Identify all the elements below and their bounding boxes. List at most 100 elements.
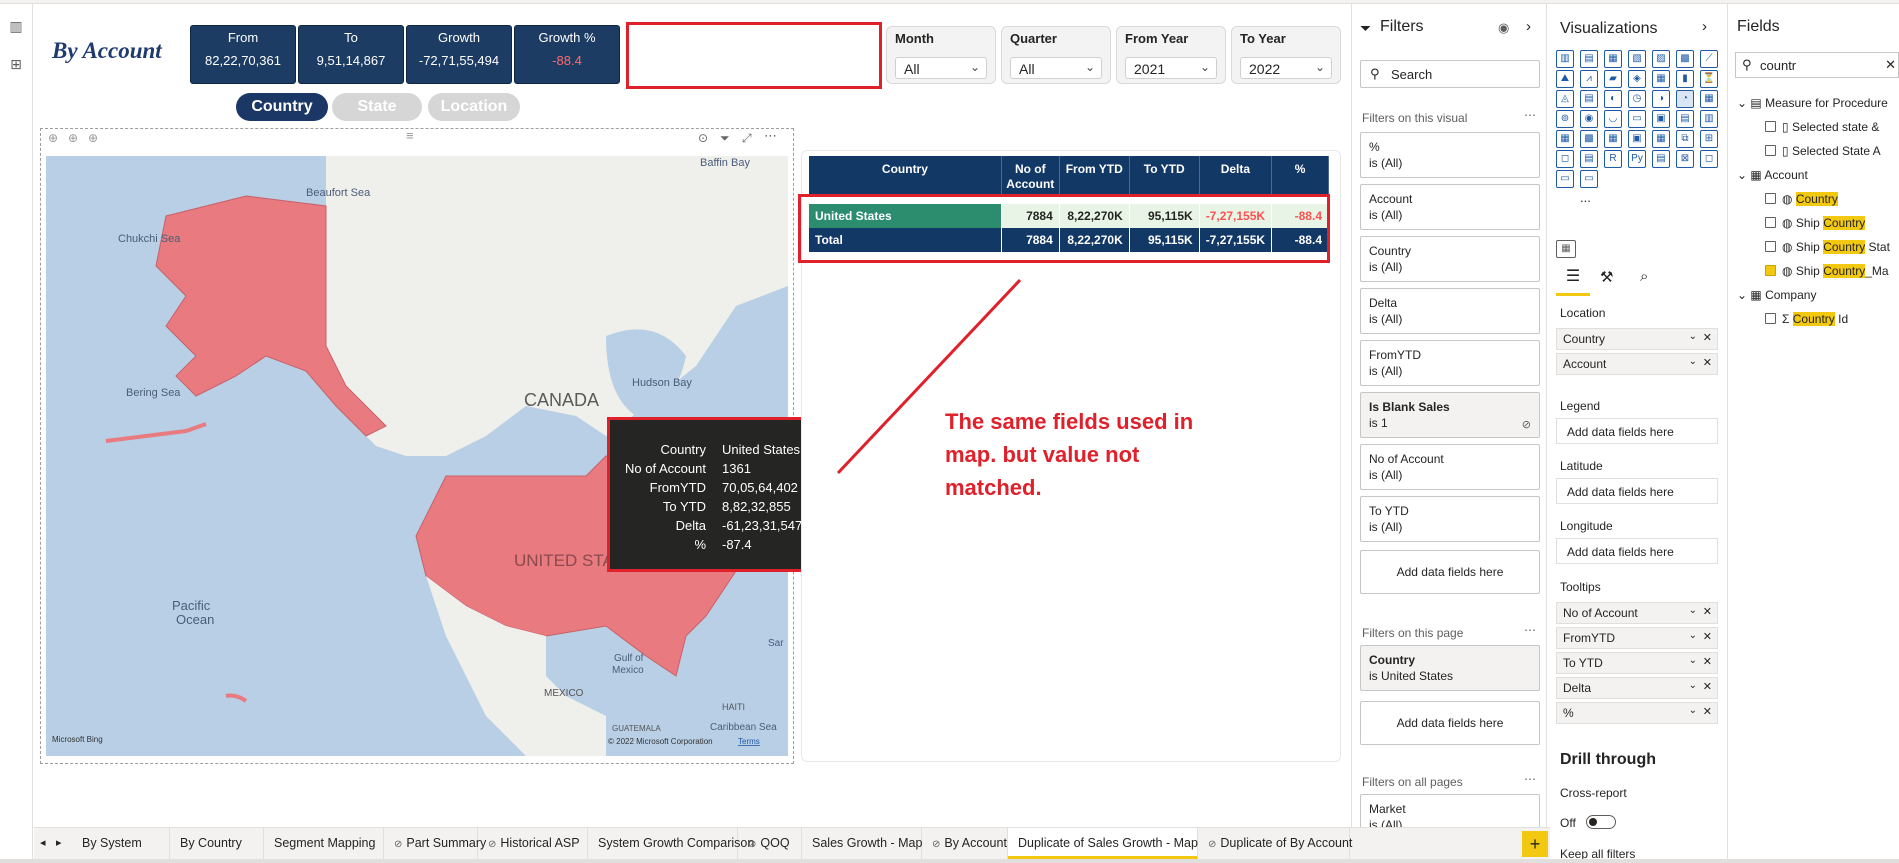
donut-icon[interactable]: ◐ — [1604, 90, 1622, 108]
field-item[interactable]: ◍ Ship Country_Ma — [1765, 264, 1889, 278]
map-icon[interactable]: ◑ — [1652, 90, 1670, 108]
kpi-from-card[interactable]: From 82,22,70,361 — [190, 25, 296, 84]
close-icon[interactable]: ✕ — [1703, 705, 1712, 718]
drill-up-icon[interactable]: ⊕ — [48, 131, 58, 145]
add-visual-filter-drop[interactable]: Add data fields here — [1360, 550, 1540, 594]
more-visuals-icon[interactable]: ... — [1580, 190, 1591, 205]
well-location-account[interactable]: Account ⌄ ✕ — [1556, 353, 1718, 375]
table-account[interactable]: ⌄ ▦ Account — [1737, 168, 1808, 182]
scroll-left-icon[interactable]: ◂ — [40, 836, 46, 849]
hidden-eye-icon[interactable]: ⊘ — [1522, 417, 1531, 433]
filter-icon[interactable]: ⏷ — [720, 131, 730, 146]
chevron-down-icon[interactable]: ⌄ — [1689, 680, 1697, 691]
kpi-growth-card[interactable]: Growth -72,71,55,494 — [406, 25, 512, 84]
chevron-down-icon[interactable]: ⌄ — [1689, 356, 1697, 367]
location-toggle-button[interactable]: Location — [428, 93, 520, 121]
tab-page[interactable]: ⊘ QOQ — [738, 828, 802, 859]
close-icon[interactable]: ✕ — [1703, 356, 1712, 369]
slicer-dropdown[interactable]: All ⌄ — [1010, 57, 1102, 79]
filter-card-pct[interactable]: % is (All) — [1360, 132, 1540, 178]
collapse-chevron-icon[interactable]: › — [1526, 18, 1531, 35]
month-slicer[interactable]: Month All ⌄ — [886, 26, 996, 84]
map-terms-link[interactable]: Terms — [738, 737, 760, 746]
field-checkbox[interactable] — [1765, 313, 1776, 324]
field-item[interactable]: ▯ Selected State A — [1765, 144, 1881, 158]
stacked-column-icon[interactable]: ▤ — [1580, 50, 1598, 68]
tab-page[interactable]: ⊘ By Account — [922, 828, 1008, 859]
filter-card-market[interactable]: Market is (All) — [1360, 794, 1540, 830]
clear-search-icon[interactable]: ✕ — [1885, 57, 1896, 73]
treemap-icon[interactable]: ◷ — [1628, 90, 1646, 108]
add-page-filter-drop[interactable]: Add data fields here — [1360, 701, 1540, 745]
more-options-icon[interactable]: ⋯ — [1524, 623, 1536, 637]
more-options-icon[interactable]: ⋯ — [764, 128, 777, 144]
col-header-country[interactable]: Country — [809, 156, 1002, 194]
waterfall-icon[interactable]: ▮ — [1676, 70, 1694, 88]
highlighted-empty-visual[interactable] — [626, 22, 882, 89]
format-tab-icon[interactable]: ⚒ — [1600, 268, 1613, 286]
tab-page[interactable]: ⊘ Historical ASP — [478, 828, 588, 859]
filter-card-delta[interactable]: Delta is (All) — [1360, 288, 1540, 334]
table-icon[interactable]: ▥ — [1700, 110, 1718, 128]
kpi-to-card[interactable]: To 9,51,14,867 — [298, 25, 404, 84]
slicer-dropdown[interactable]: 2021 ⌄ — [1125, 57, 1217, 79]
tab-page[interactable]: Segment Mapping — [264, 828, 384, 859]
state-toggle-button[interactable]: State — [332, 93, 422, 121]
powerautomate-icon[interactable]: ▭ — [1556, 170, 1574, 188]
well-latitude-drop[interactable]: Add data fields here — [1556, 478, 1718, 504]
well-longitude-drop[interactable]: Add data fields here — [1556, 538, 1718, 564]
decomposition-tree-icon[interactable]: ▦ — [1652, 130, 1670, 148]
clustered-column-icon[interactable]: ▧ — [1628, 50, 1646, 68]
col-header-delta[interactable]: Delta — [1199, 156, 1273, 194]
filter-card-to-ytd[interactable]: To YTD is (All) — [1360, 496, 1540, 542]
python-icon[interactable]: Py — [1628, 150, 1646, 168]
add-page-button[interactable]: + — [1522, 831, 1548, 857]
tab-page[interactable]: Sales Growth - Map — [802, 828, 922, 859]
paginated-icon[interactable]: ◻ — [1556, 150, 1574, 168]
fields-tab-icon[interactable]: ☰ — [1556, 266, 1590, 296]
chevron-down-icon[interactable]: ⌄ — [1689, 705, 1697, 716]
close-icon[interactable]: ✕ — [1703, 331, 1712, 344]
metrics-icon[interactable]: ▤ — [1652, 150, 1670, 168]
tab-page[interactable]: By Country — [170, 828, 264, 859]
pie-icon[interactable]: ▤ — [1580, 90, 1598, 108]
expand-hierarchy-icon[interactable]: ⊕ — [88, 131, 98, 145]
well-tooltip-item[interactable]: % ⌄ ✕ — [1556, 702, 1718, 724]
r-icon[interactable]: R — [1604, 150, 1622, 168]
well-tooltip-item[interactable]: Delta ⌄ ✕ — [1556, 677, 1718, 699]
narrative-icon[interactable]: ◻ — [1700, 150, 1718, 168]
matrix-icon[interactable]: ▦ — [1556, 130, 1574, 148]
tab-page[interactable]: Duplicate of Sales Growth - Map — [1008, 828, 1198, 859]
card-icon[interactable]: ◡ — [1604, 110, 1622, 128]
quarter-slicer[interactable]: Quarter All ⌄ — [1001, 26, 1111, 84]
to-year-slicer[interactable]: To Year 2022 ⌄ — [1231, 26, 1341, 84]
filter-card-account[interactable]: Account is (All) — [1360, 184, 1540, 230]
focus-mode-icon[interactable]: ⤢ — [742, 131, 752, 146]
button-icon[interactable]: ⊠ — [1676, 150, 1694, 168]
field-item[interactable]: ◍ Ship Country — [1765, 216, 1866, 230]
shape-map-icon[interactable]: ▦ — [1700, 90, 1718, 108]
model-view-icon[interactable]: ⊞ — [8, 56, 24, 72]
country-toggle-button[interactable]: Country — [236, 93, 328, 121]
report-view-icon[interactable]: ▥ — [8, 18, 24, 34]
drill-down-all-icon[interactable]: ⊕ — [68, 131, 78, 145]
eye-icon[interactable]: ◉ — [1498, 20, 1509, 36]
slicer-icon[interactable]: ▤ — [1676, 110, 1694, 128]
filter-card-country[interactable]: Country is (All) — [1360, 236, 1540, 282]
tab-page[interactable]: ⊘ Duplicate of By Account — [1198, 828, 1352, 859]
tab-page[interactable]: By System — [72, 828, 170, 859]
ribbon-chart-icon[interactable]: ▦ — [1652, 70, 1670, 88]
filter-card-is-blank-sales[interactable]: Is Blank Sales is 1 ⊘ — [1360, 392, 1540, 438]
cross-report-toggle[interactable] — [1586, 815, 1616, 829]
key-influencers-icon[interactable]: ▣ — [1628, 130, 1646, 148]
field-checkbox[interactable] — [1765, 121, 1776, 132]
fields-search-input[interactable]: ⚲ countr ✕ — [1735, 52, 1899, 78]
field-item[interactable]: Σ Country Id — [1765, 312, 1848, 326]
field-checkbox[interactable] — [1765, 145, 1776, 156]
close-icon[interactable]: ✕ — [1703, 605, 1712, 618]
field-checkbox[interactable] — [1765, 217, 1776, 228]
clustered-bar-icon[interactable]: ▦ — [1604, 50, 1622, 68]
chevron-down-icon[interactable]: ⌄ — [1689, 605, 1697, 616]
well-tooltip-item[interactable]: No of Account ⌄ ✕ — [1556, 602, 1718, 624]
gauge-icon[interactable]: ◉ — [1580, 110, 1598, 128]
